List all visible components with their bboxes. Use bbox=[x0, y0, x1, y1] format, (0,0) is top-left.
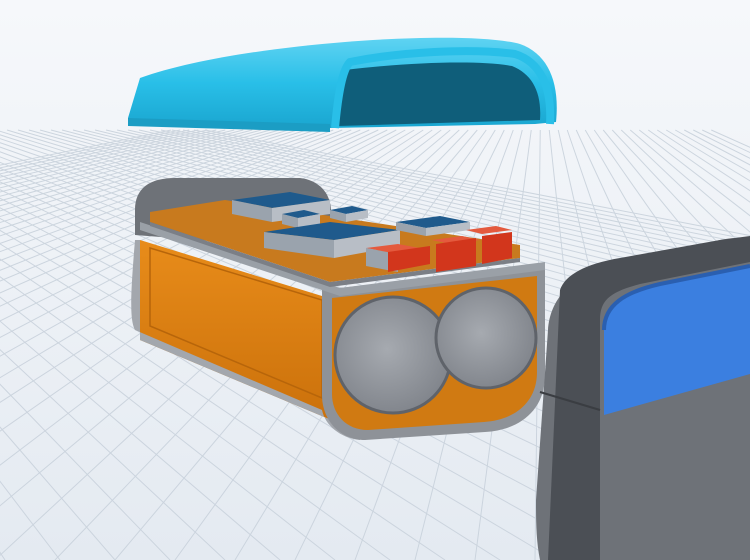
lid-inner-opening bbox=[338, 62, 541, 126]
battery-cell-right bbox=[434, 286, 538, 390]
exploded-enclosure-render bbox=[0, 0, 750, 560]
end-cap bbox=[536, 236, 750, 560]
battery-cell-left bbox=[333, 295, 453, 415]
